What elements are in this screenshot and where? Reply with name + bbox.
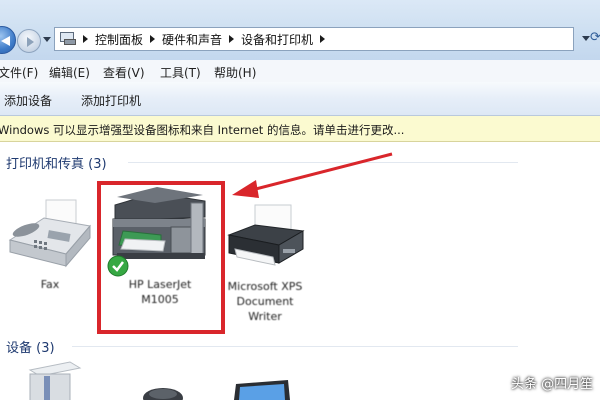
info-bar-text: Windows 可以显示增强型设备图标和来自 Internet 的信息。请单击进…	[0, 123, 405, 137]
printer-icon	[227, 204, 305, 266]
chevron-right-icon[interactable]	[83, 35, 88, 43]
group-divider	[72, 346, 518, 347]
device-fax[interactable]: Fax	[4, 196, 96, 316]
add-device-button[interactable]: 添加设备	[4, 92, 52, 109]
address-dropdown-icon[interactable]	[582, 36, 590, 41]
menu-file[interactable]: 文件(F)	[0, 64, 38, 81]
group-title-devices[interactable]: 设备 (3)	[6, 337, 55, 356]
device-label: Microsoft XPS Document Writer	[227, 280, 303, 323]
breadcrumb-control-panel[interactable]: 控制面板	[93, 31, 145, 48]
menu-bar: 文件(F) 编辑(E) 查看(V) 工具(T) 帮助(H)	[0, 60, 600, 82]
chevron-right-icon[interactable]	[320, 35, 326, 43]
add-printer-button[interactable]: 添加打印机	[81, 92, 141, 109]
group-divider	[128, 162, 518, 163]
breadcrumb-devices-printers[interactable]: 设备和打印机	[239, 31, 315, 48]
devices-printers-icon	[58, 30, 78, 48]
menu-view[interactable]: 查看(V)	[103, 64, 145, 81]
chevron-right-icon[interactable]	[150, 35, 156, 43]
group-title-printers[interactable]: 打印机和传真 (3)	[6, 153, 107, 172]
info-bar[interactable]: Windows 可以显示增强型设备图标和来自 Internet 的信息。请单击进…	[0, 116, 600, 142]
devices-and-printers-window: 控制面板 硬件和声音 设备和打印机 ⟳ 文件(F) 编辑(E) 查看(V) 工具…	[0, 0, 600, 400]
command-bar: 添加设备 添加打印机	[0, 82, 600, 116]
menu-tools[interactable]: 工具(T)	[160, 64, 201, 81]
recent-pages-dropdown-icon[interactable]	[43, 37, 51, 42]
refresh-icon[interactable]: ⟳	[590, 30, 600, 48]
back-button[interactable]	[0, 26, 16, 54]
fax-icon	[8, 199, 91, 268]
address-bar[interactable]: 控制面板 硬件和声音 设备和打印机	[54, 27, 574, 51]
forward-button[interactable]	[17, 29, 41, 53]
breadcrumb-hardware-sound[interactable]: 硬件和声音	[160, 31, 224, 48]
address-band: 控制面板 硬件和声音 设备和打印机 ⟳	[0, 0, 600, 60]
computer-tower-icon[interactable]	[14, 360, 84, 400]
device-label: Fax	[40, 278, 60, 291]
chevron-right-icon[interactable]	[229, 35, 235, 43]
menu-edit[interactable]: 编辑(E)	[49, 64, 90, 81]
highlight-box	[97, 181, 225, 334]
monitor-icon[interactable]	[230, 380, 294, 400]
device-xps-writer[interactable]: Microsoft XPS Document Writer	[225, 203, 305, 333]
watermark-text: 头条 @四月笙	[511, 377, 594, 392]
menu-help[interactable]: 帮助(H)	[214, 64, 256, 81]
mouse-icon[interactable]	[138, 384, 188, 400]
